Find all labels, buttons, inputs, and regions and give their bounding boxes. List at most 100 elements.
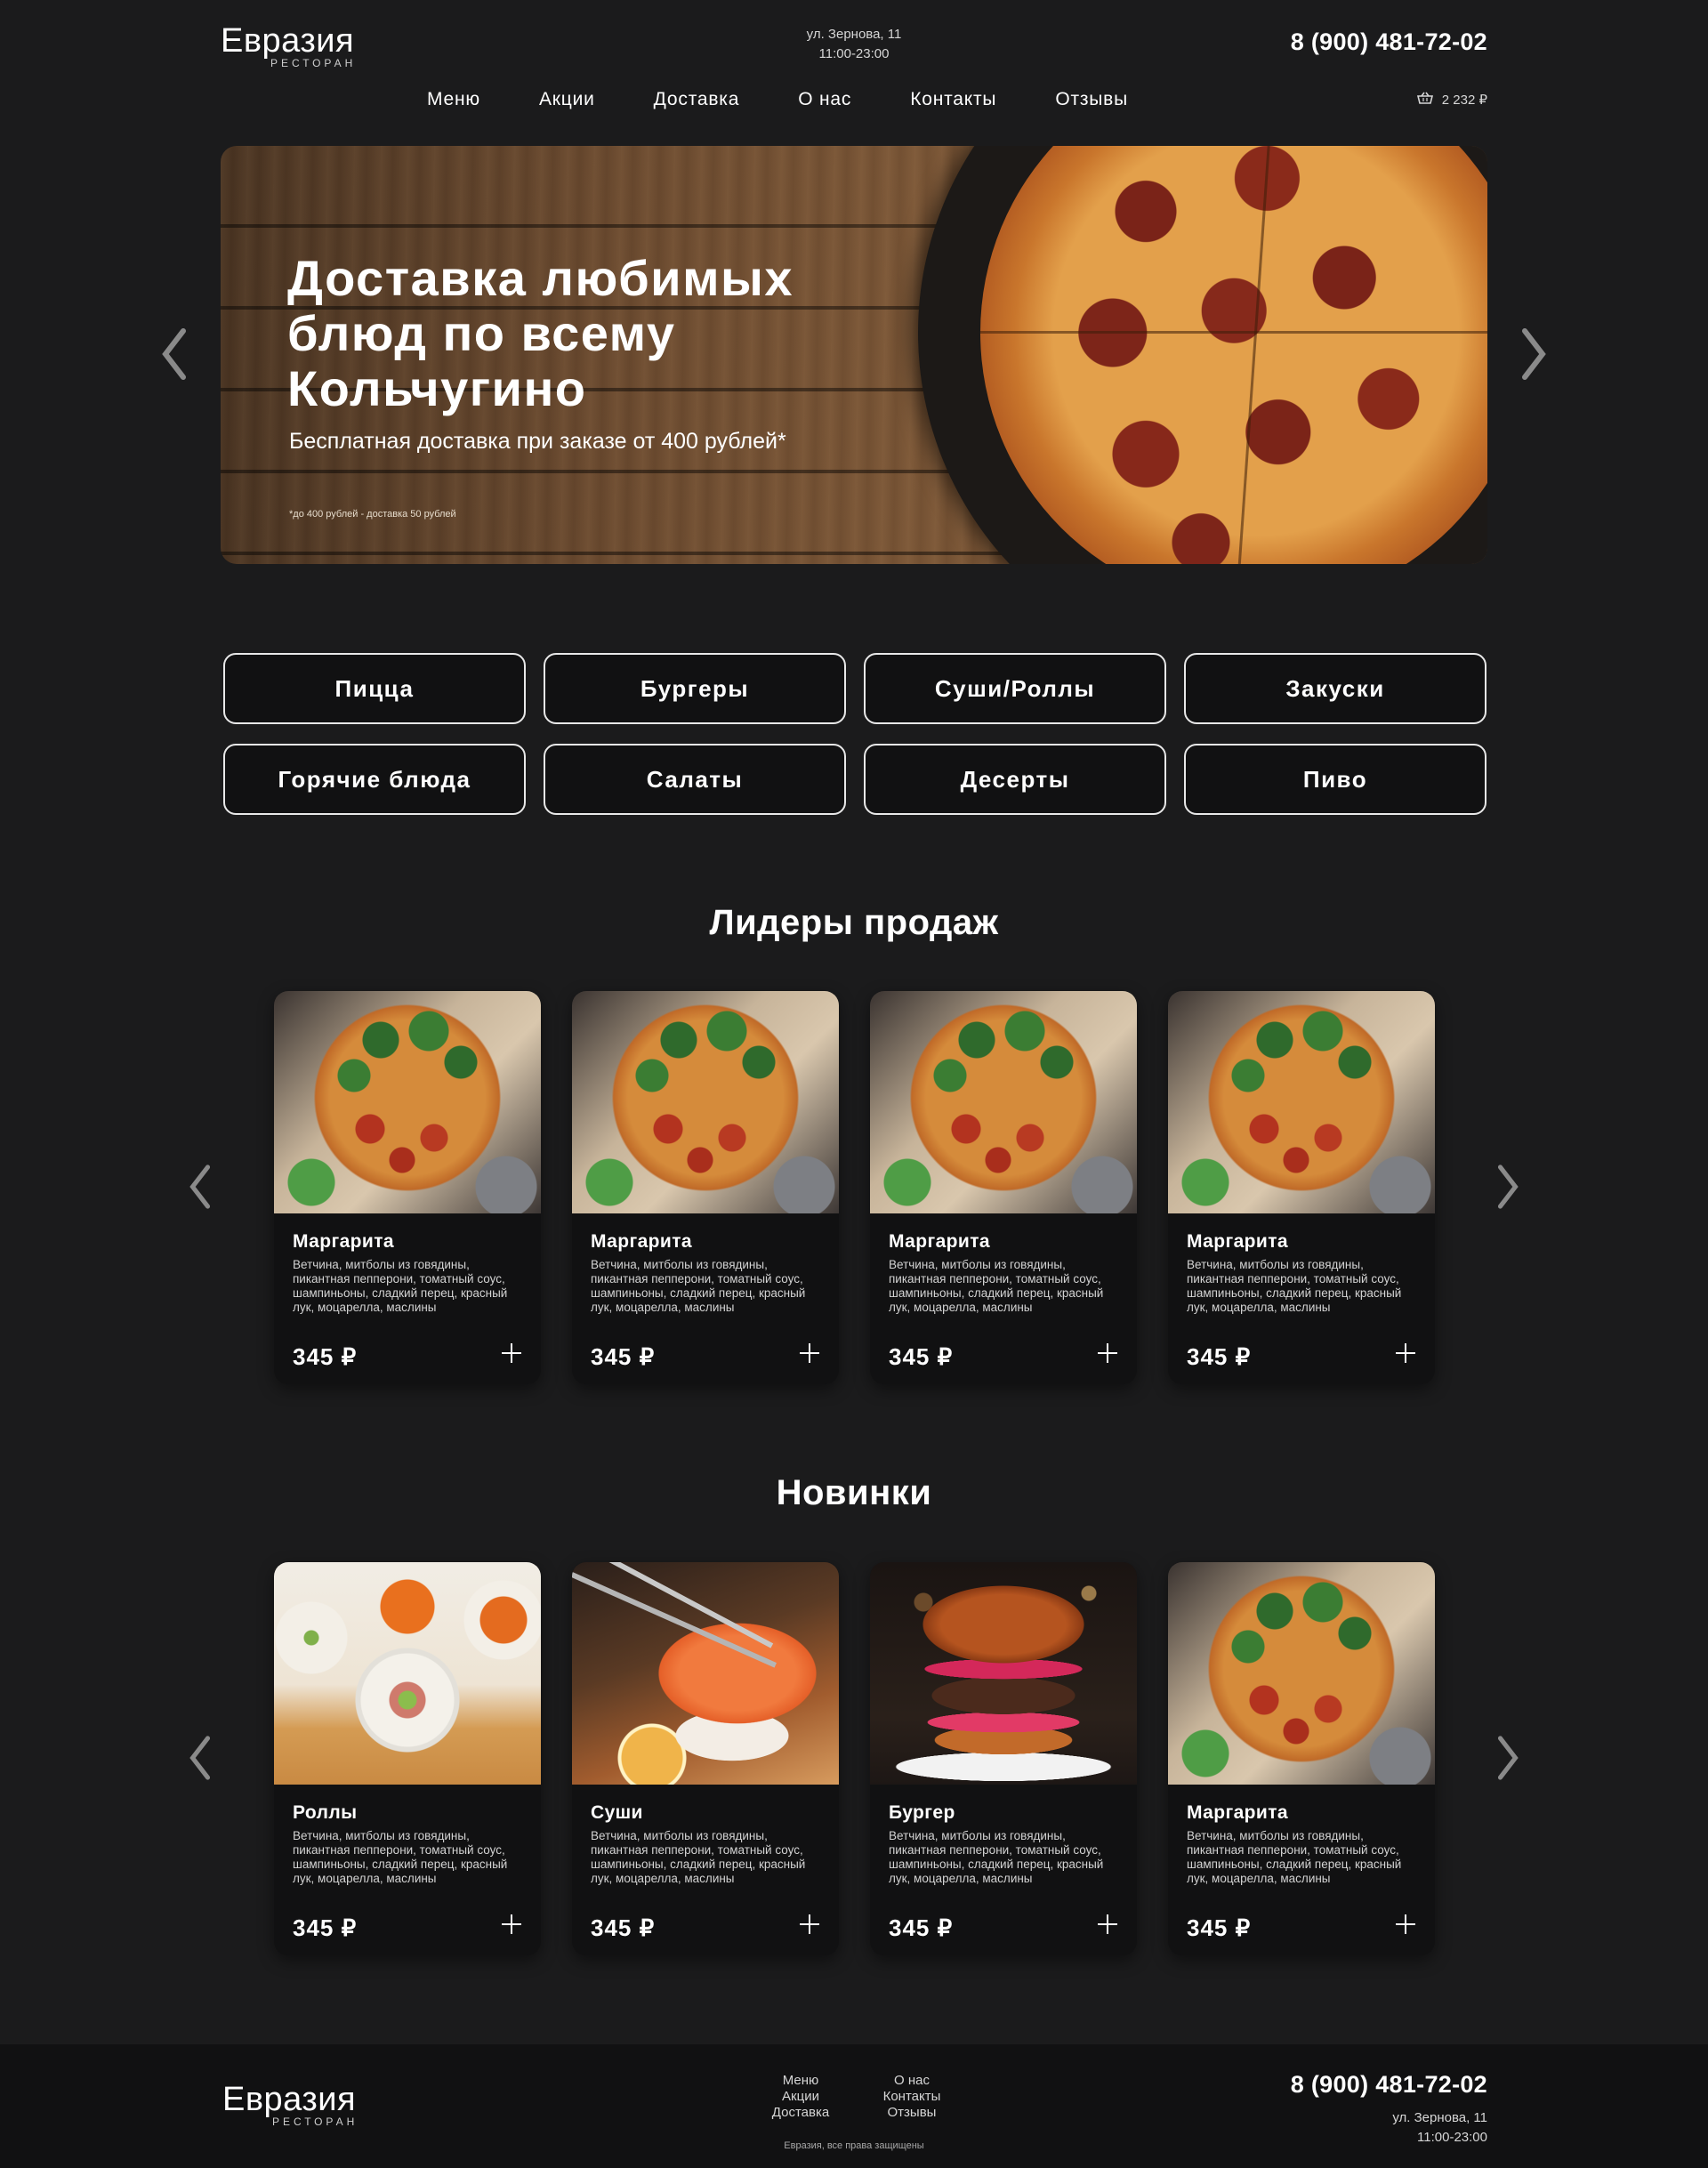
hero-footnote: *до 400 рублей - доставка 50 рублей bbox=[289, 509, 456, 520]
bestsellers-title: Лидеры продаж bbox=[709, 903, 999, 942]
add-to-cart-plus-icon[interactable] bbox=[1094, 1340, 1121, 1366]
product-description: Ветчина, митболы из говядины, пикантная … bbox=[889, 1258, 1104, 1314]
product-description: Ветчина, митболы из говядины, пикантная … bbox=[293, 1258, 508, 1314]
cart-button[interactable]: 2 232 ₽ bbox=[1416, 92, 1487, 108]
pizza-cut bbox=[980, 331, 1487, 334]
hero-prev-button[interactable] bbox=[157, 327, 192, 381]
bestsellers-prev-button[interactable] bbox=[185, 1164, 215, 1210]
product-name: Маргарита bbox=[293, 1231, 394, 1252]
category-grid: Пицца Бургеры Суши/Роллы Закуски Горячие… bbox=[223, 653, 1490, 815]
novelties-title: Новинки bbox=[776, 1473, 932, 1512]
category-burgers[interactable]: Бургеры bbox=[544, 653, 846, 724]
product-image bbox=[870, 991, 1137, 1213]
chevron-right-icon bbox=[1522, 328, 1546, 380]
product-card[interactable]: Маргарита Ветчина, митболы из говядины, … bbox=[1168, 1562, 1435, 1955]
product-description: Ветчина, митболы из говядины, пикантная … bbox=[1187, 1829, 1402, 1885]
footer-phone[interactable]: 8 (900) 481-72-02 bbox=[1291, 2071, 1487, 2099]
chevron-left-icon bbox=[162, 328, 186, 380]
product-price: 345 ₽ bbox=[293, 1343, 358, 1370]
logo-name: Евразия bbox=[221, 22, 355, 60]
add-to-cart-plus-icon[interactable] bbox=[498, 1911, 525, 1938]
nav-item-promotions[interactable]: Акции bbox=[539, 89, 595, 110]
footer-link-reviews[interactable]: Отзывы bbox=[872, 2105, 952, 2121]
novelties-prev-button[interactable] bbox=[185, 1735, 215, 1781]
product-price: 345 ₽ bbox=[591, 1343, 656, 1370]
product-description: Ветчина, митболы из говядины, пикантная … bbox=[1187, 1258, 1402, 1314]
product-image bbox=[274, 991, 541, 1213]
chevron-left-icon bbox=[189, 1165, 211, 1209]
logo-subtitle: РЕСТОРАН bbox=[272, 2116, 359, 2128]
header-address: ул. Зернова, 11 bbox=[806, 27, 902, 42]
category-hot-dishes[interactable]: Горячие блюда bbox=[223, 744, 526, 815]
pizza-graphic bbox=[980, 146, 1487, 564]
category-beer[interactable]: Пиво bbox=[1184, 744, 1486, 815]
add-to-cart-plus-icon[interactable] bbox=[1392, 1911, 1419, 1938]
footer-logo[interactable]: Евразия РЕСТОРАН bbox=[222, 2081, 357, 2128]
novelties-list: Роллы Ветчина, митболы из говядины, пика… bbox=[274, 1562, 1435, 1955]
footer-link-contacts[interactable]: Контакты bbox=[872, 2089, 952, 2105]
novelties-next-button[interactable] bbox=[1493, 1735, 1523, 1781]
hero-next-button[interactable] bbox=[1516, 327, 1551, 381]
product-name: Роллы bbox=[293, 1802, 358, 1823]
site-header: Евразия РЕСТОРАН ул. Зернова, 11 11:00-2… bbox=[221, 0, 1487, 133]
header-address-block: ул. Зернова, 11 11:00-23:00 bbox=[783, 25, 925, 64]
site-footer: Евразия РЕСТОРАН Меню О нас Акции Контак… bbox=[0, 2044, 1708, 2168]
product-name: Бургер bbox=[889, 1802, 955, 1823]
category-salads[interactable]: Салаты bbox=[544, 744, 846, 815]
logo-subtitle: РЕСТОРАН bbox=[270, 57, 357, 69]
nav-item-about[interactable]: О нас bbox=[798, 89, 851, 110]
category-pizza[interactable]: Пицца bbox=[223, 653, 526, 724]
product-card[interactable]: Маргарита Ветчина, митболы из говядины, … bbox=[572, 991, 839, 1384]
product-name: Маргарита bbox=[889, 1231, 990, 1252]
nav-item-contacts[interactable]: Контакты bbox=[910, 89, 996, 110]
product-price: 345 ₽ bbox=[1187, 1343, 1252, 1370]
bestsellers-list: Маргарита Ветчина, митболы из говядины, … bbox=[274, 991, 1435, 1384]
category-sushi-rolls[interactable]: Суши/Роллы bbox=[864, 653, 1166, 724]
add-to-cart-plus-icon[interactable] bbox=[1094, 1911, 1121, 1938]
product-name: Маргарита bbox=[1187, 1231, 1288, 1252]
add-to-cart-plus-icon[interactable] bbox=[796, 1911, 823, 1938]
product-card[interactable]: Маргарита Ветчина, митболы из говядины, … bbox=[870, 991, 1137, 1384]
main-nav: Меню Акции Доставка О нас Контакты Отзыв… bbox=[427, 89, 1128, 110]
hero-banner: Доставка любимых блюд по всему Кольчугин… bbox=[221, 146, 1487, 564]
add-to-cart-plus-icon[interactable] bbox=[498, 1340, 525, 1366]
category-desserts[interactable]: Десерты bbox=[864, 744, 1166, 815]
product-price: 345 ₽ bbox=[293, 1914, 358, 1941]
footer-nav: Меню О нас Акции Контакты Доставка Отзыв… bbox=[765, 2073, 952, 2121]
product-card[interactable]: Маргарита Ветчина, митболы из говядины, … bbox=[274, 991, 541, 1384]
product-description: Ветчина, митболы из говядины, пикантная … bbox=[889, 1829, 1104, 1885]
category-snacks[interactable]: Закуски bbox=[1184, 653, 1486, 724]
bestsellers-next-button[interactable] bbox=[1493, 1164, 1523, 1210]
footer-link-promotions[interactable]: Акции bbox=[765, 2089, 836, 2105]
footer-link-menu[interactable]: Меню bbox=[765, 2073, 836, 2089]
footer-link-about[interactable]: О нас bbox=[872, 2073, 952, 2089]
nav-item-delivery[interactable]: Доставка bbox=[654, 89, 740, 110]
add-to-cart-plus-icon[interactable] bbox=[1392, 1340, 1419, 1366]
product-image bbox=[870, 1562, 1137, 1785]
footer-link-delivery[interactable]: Доставка bbox=[765, 2105, 836, 2121]
product-card[interactable]: Роллы Ветчина, митболы из говядины, пика… bbox=[274, 1562, 541, 1955]
product-name: Маргарита bbox=[1187, 1802, 1288, 1823]
footer-hours: 11:00-23:00 bbox=[1417, 2130, 1487, 2145]
product-price: 345 ₽ bbox=[1187, 1914, 1252, 1941]
product-card[interactable]: Бургер Ветчина, митболы из говядины, пик… bbox=[870, 1562, 1137, 1955]
nav-item-menu[interactable]: Меню bbox=[427, 89, 480, 110]
product-card[interactable]: Маргарита Ветчина, митболы из говядины, … bbox=[1168, 991, 1435, 1384]
header-hours: 11:00-23:00 bbox=[818, 46, 890, 61]
product-description: Ветчина, митболы из говядины, пикантная … bbox=[293, 1829, 508, 1885]
basket-icon bbox=[1416, 92, 1433, 108]
add-to-cart-plus-icon[interactable] bbox=[796, 1340, 823, 1366]
logo[interactable]: Евразия РЕСТОРАН bbox=[221, 22, 355, 69]
footer-address: ул. Зернова, 11 bbox=[1392, 2110, 1487, 2125]
product-name: Суши bbox=[591, 1802, 643, 1823]
header-phone[interactable]: 8 (900) 481-72-02 bbox=[1291, 28, 1487, 56]
product-price: 345 ₽ bbox=[591, 1914, 656, 1941]
product-image bbox=[1168, 1562, 1435, 1785]
nav-item-reviews[interactable]: Отзывы bbox=[1055, 89, 1128, 110]
product-image bbox=[274, 1562, 541, 1785]
chevron-right-icon bbox=[1497, 1165, 1519, 1209]
product-card[interactable]: Суши Ветчина, митболы из говядины, пикан… bbox=[572, 1562, 839, 1955]
product-price: 345 ₽ bbox=[889, 1343, 954, 1370]
footer-address-block: ул. Зернова, 11 11:00-23:00 bbox=[1392, 2108, 1487, 2148]
logo-name: Евразия bbox=[222, 2081, 357, 2118]
